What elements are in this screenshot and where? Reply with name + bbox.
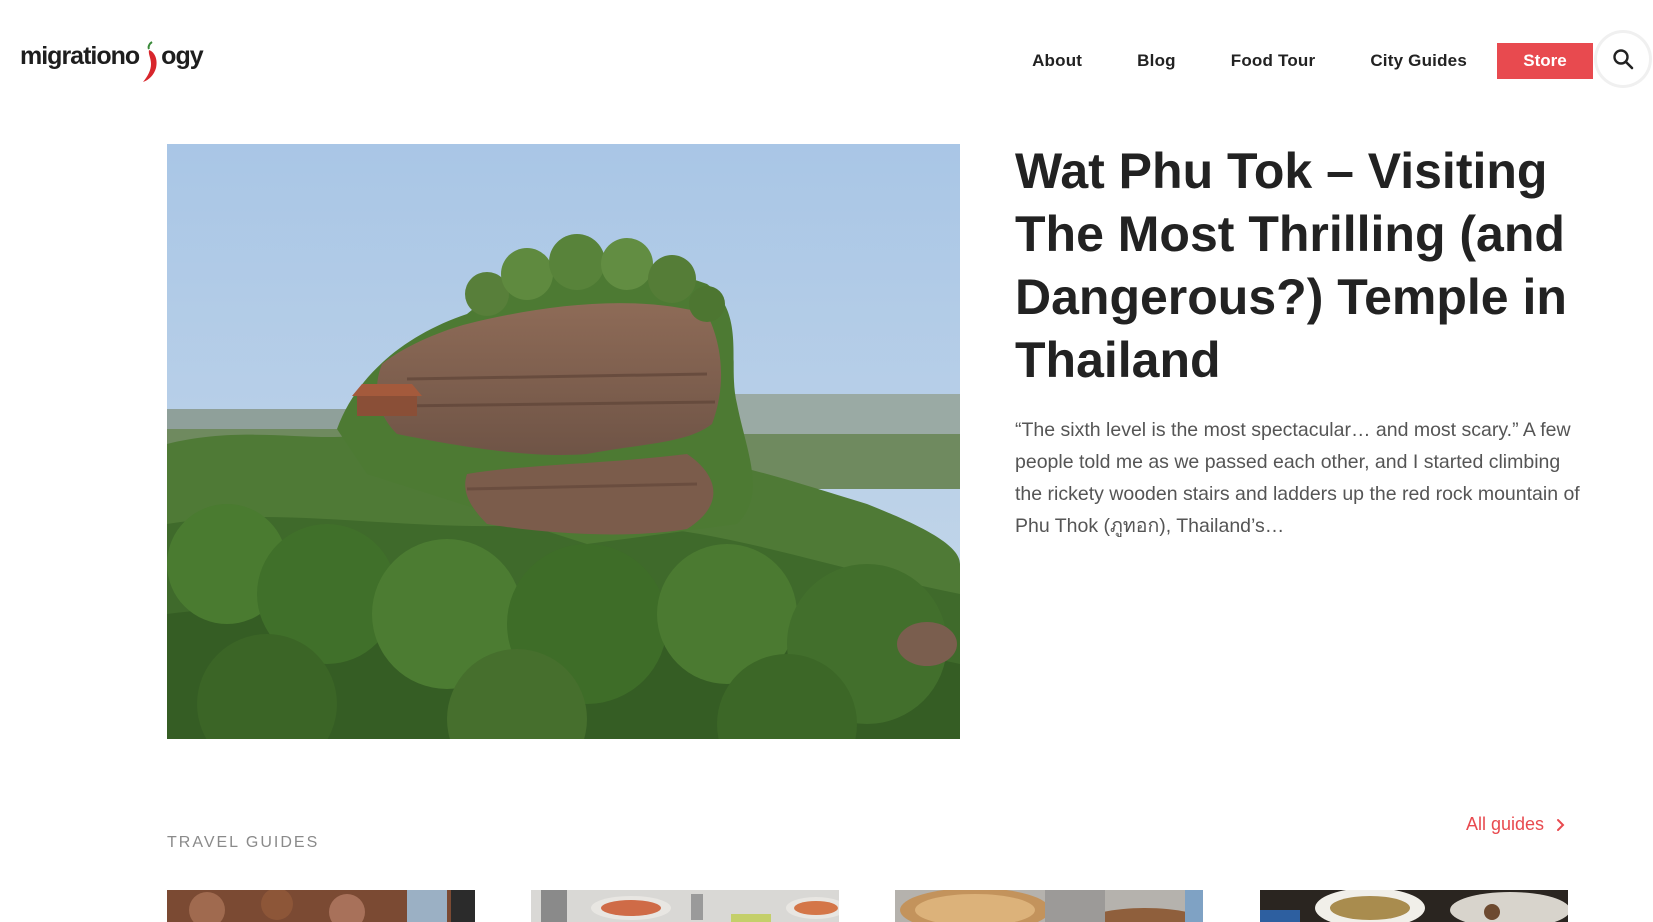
featured-image[interactable]: [167, 144, 960, 739]
search-button[interactable]: [1597, 33, 1649, 85]
store-button[interactable]: Store: [1497, 43, 1593, 79]
nav-about[interactable]: About: [1032, 44, 1082, 78]
guide-card-thumbnail[interactable]: [895, 890, 1203, 922]
featured-post-excerpt: “The sixth level is the most spectacular…: [1015, 419, 1580, 537]
guide-card-3-image: [895, 890, 1203, 922]
nav-city-guides[interactable]: City Guides: [1370, 44, 1467, 78]
logo-text-right: ogy: [161, 41, 203, 70]
nav-food-tour[interactable]: Food Tour: [1231, 44, 1316, 78]
logo-text-left: migrationo: [20, 41, 140, 70]
search-icon: [1613, 49, 1634, 70]
guide-card-thumbnail[interactable]: [531, 890, 839, 922]
guide-card-thumbnail[interactable]: [167, 890, 475, 922]
site-logo[interactable]: migrationo ogy: [20, 30, 204, 82]
all-guides-link[interactable]: All guides: [1466, 814, 1565, 835]
section-heading-travel-guides: TRAVEL GUIDES: [167, 834, 320, 851]
guide-card-4-image: [1260, 890, 1568, 922]
main-nav: About Blog Food Tour City Guides Store: [1032, 43, 1593, 79]
guide-card-thumbnail[interactable]: [1260, 890, 1568, 922]
guide-card-1-image: [167, 890, 475, 922]
nav-blog[interactable]: Blog: [1137, 44, 1176, 78]
travel-guides-list: [167, 890, 1568, 922]
chevron-right-icon: [1557, 818, 1565, 831]
featured-post-title[interactable]: Wat Phu Tok – Visiting The Most Thrillin…: [1015, 140, 1585, 392]
all-guides-label: All guides: [1465, 814, 1544, 834]
site-header: migrationo ogy About Blog Food Tour City…: [0, 0, 1653, 120]
featured-image-illustration: [167, 144, 960, 739]
guide-card-2-image: [531, 890, 839, 922]
chili-pepper-icon: [143, 41, 157, 82]
